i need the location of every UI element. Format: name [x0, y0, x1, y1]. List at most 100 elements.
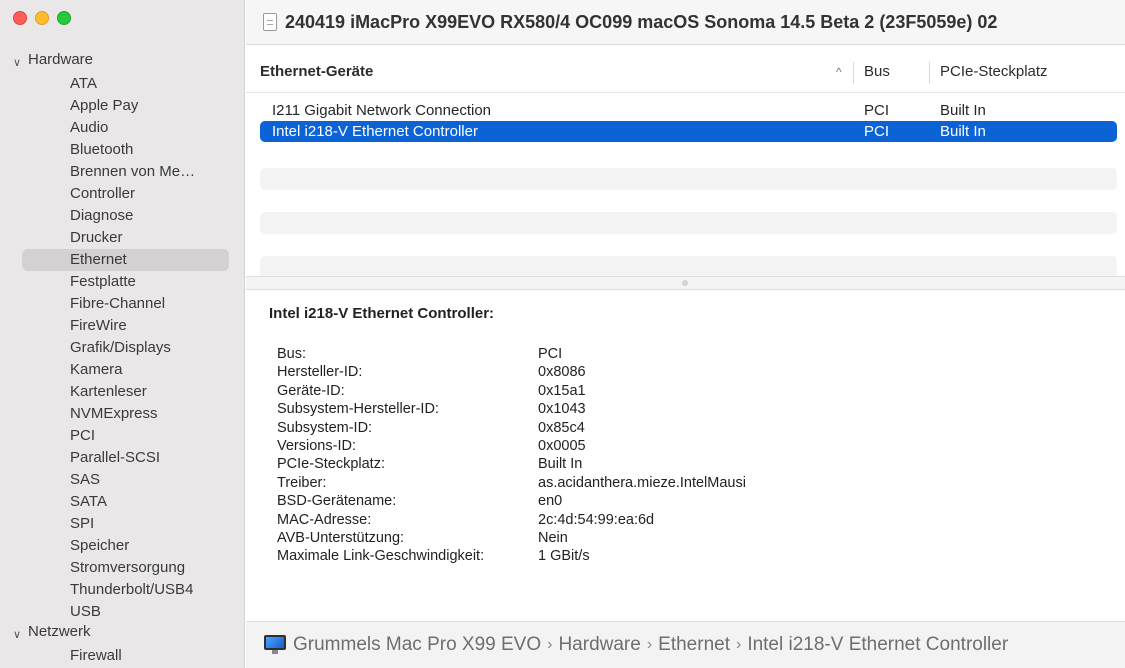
- sidebar-item-label: SATA: [70, 493, 107, 510]
- sidebar-item-controller[interactable]: Controller: [0, 183, 244, 205]
- property-key: AVB-Unterstützung:: [277, 530, 405, 547]
- sidebar-item-label: Thunderbolt/USB4: [70, 581, 194, 598]
- divider-handle[interactable]: [682, 280, 688, 286]
- property-key: Bus:: [277, 346, 307, 362]
- property-row: Bus: PCI: [277, 345, 746, 363]
- sidebar-item-ata[interactable]: ATA: [0, 73, 244, 95]
- sidebar-item-label: Stromversorgung: [70, 559, 186, 576]
- property-key: Hersteller-ID:: [277, 364, 363, 381]
- sidebar-item-audio[interactable]: Audio: [0, 117, 244, 139]
- column-header-pcie-slot[interactable]: PCIe-Steckplatz: [940, 46, 1048, 93]
- sidebar-item-label: Apple Pay: [70, 97, 139, 114]
- property-value: Nein: [538, 530, 568, 547]
- sidebar-item-stromversorgung[interactable]: Stromversorgung: [0, 557, 244, 579]
- sidebar-item-label: Controller: [70, 185, 136, 202]
- sidebar-item-speicher[interactable]: Speicher: [0, 535, 244, 557]
- sidebar-item-label: Kamera: [70, 361, 123, 378]
- chevron-down-icon[interactable]: ∨: [13, 54, 21, 72]
- sidebar-item-label: Brennen von Me…: [70, 163, 196, 180]
- property-key: PCIe-Steckplatz:: [277, 456, 385, 473]
- breadcrumb-item[interactable]: Grummels Mac Pro X99 EVO: [293, 634, 541, 656]
- detail-title: Intel i218-V Ethernet Controller:: [269, 305, 495, 322]
- property-key: Subsystem-Hersteller-ID:: [277, 401, 439, 418]
- close-button[interactable]: [13, 11, 27, 25]
- property-row: PCIe-Steckplatz: Built In: [277, 455, 746, 473]
- sidebar-item-nvmexpress[interactable]: NVMExpress: [0, 403, 244, 425]
- title-bar: 240419 iMacPro X99EVO RX580/4 OC099 macO…: [246, 0, 1125, 45]
- table-row[interactable]: I211 Gigabit Network Connection PCI Built …: [260, 100, 1117, 121]
- sidebar-group-netzwerk[interactable]: ∨ Netzwerk: [0, 623, 244, 645]
- sidebar-item-parallel-scsi[interactable]: Parallel-SCSI: [0, 447, 244, 469]
- table-row[interactable]: Intel i218-V Ethernet Controller PCI Built…: [260, 121, 1117, 142]
- breadcrumb-item[interactable]: Ethernet: [658, 634, 730, 656]
- chevron-right-icon: ›: [735, 636, 742, 653]
- column-separator[interactable]: [929, 62, 930, 84]
- column-header-bus[interactable]: Bus: [864, 46, 890, 93]
- sidebar-item-ethernet[interactable]: Ethernet: [0, 249, 244, 271]
- sidebar-item-label: Fibre-Channel: [70, 295, 166, 312]
- property-value: 0x85c4: [538, 419, 585, 436]
- mac-pro-icon: [264, 635, 286, 655]
- path-bar: Grummels Mac Pro X99 EVO › Hardware › Ethern…: [246, 621, 1125, 668]
- sidebar-item-label: Parallel-SCSI: [70, 449, 161, 466]
- sidebar-item-sas[interactable]: SAS: [0, 469, 244, 491]
- sidebar-item-bluetooth[interactable]: Bluetooth: [0, 139, 244, 161]
- property-row: MAC-Adresse: 2c:4d:54:99:ea:6d: [277, 511, 746, 529]
- property-value: 2c:4d:54:99:ea:6d: [538, 511, 655, 528]
- sidebar-item-thunderbolt-usb4[interactable]: Thunderbolt/USB4: [0, 579, 244, 601]
- zoom-button[interactable]: [57, 11, 71, 25]
- property-row: Geräte-ID: 0x15a1: [277, 382, 746, 400]
- property-row: AVB-Unterstützung: Nein: [277, 529, 746, 547]
- sidebar-item-label: Firewall: [70, 647, 122, 664]
- property-value: PCI: [538, 346, 563, 362]
- sidebar-item-firewire[interactable]: FireWire: [0, 315, 244, 337]
- chevron-down-icon[interactable]: ∨: [13, 626, 21, 644]
- pcie-slot-cell: Built In: [940, 123, 986, 140]
- sort-ascending-icon[interactable]: ^: [836, 46, 842, 93]
- column-header-name[interactable]: Ethernet-Geräte: [260, 46, 373, 93]
- sidebar-item-firewall[interactable]: Firewall: [0, 645, 244, 667]
- property-value: en0: [538, 493, 563, 510]
- breadcrumb-item[interactable]: Intel i218-V Ethernet Controller: [747, 634, 1008, 656]
- sidebar-item-kartenleser[interactable]: Kartenleser: [0, 381, 244, 403]
- sidebar-group-label: Hardware: [28, 51, 94, 68]
- breadcrumb-item[interactable]: Hardware: [558, 634, 640, 656]
- sidebar-group-hardware[interactable]: ∨ Hardware: [0, 51, 244, 73]
- sidebar-item-fibre-channel[interactable]: Fibre-Channel: [0, 293, 244, 315]
- property-value: 0x15a1: [538, 382, 586, 399]
- sidebar-item-kamera[interactable]: Kamera: [0, 359, 244, 381]
- sidebar-item-drucker[interactable]: Drucker: [0, 227, 244, 249]
- property-row: Subsystem-Hersteller-ID: 0x1043: [277, 400, 746, 418]
- property-row: Treiber: as.acidanthera.mieze.IntelMausi: [277, 474, 746, 492]
- sidebar-item-sata[interactable]: SATA: [0, 491, 244, 513]
- split-view-divider[interactable]: [246, 276, 1125, 290]
- sidebar-item-brennen-von-me-[interactable]: Brennen von Me…: [0, 161, 244, 183]
- sidebar-item-label: Drucker: [70, 229, 123, 246]
- property-row: Versions-ID: 0x0005: [277, 437, 746, 455]
- property-key: Subsystem-ID:: [277, 419, 373, 436]
- sidebar-item-label: SAS: [70, 471, 101, 488]
- empty-row-stripe: [260, 212, 1117, 234]
- property-row: Subsystem-ID: 0x85c4: [277, 419, 746, 437]
- sidebar-item-diagnose[interactable]: Diagnose: [0, 205, 244, 227]
- column-separator[interactable]: [853, 62, 854, 84]
- sidebar-item-apple-pay[interactable]: Apple Pay: [0, 95, 244, 117]
- sidebar-item-label: Festplatte: [70, 273, 136, 290]
- sidebar-item-usb[interactable]: USB: [0, 601, 244, 623]
- device-table: Ethernet-Geräte ^ Bus PCIe-Steckplatz I2…: [246, 46, 1125, 278]
- property-key: Treiber:: [277, 474, 327, 491]
- sidebar-item-label: Grafik/Displays: [70, 339, 171, 356]
- sidebar-item-spi[interactable]: SPI: [0, 513, 244, 535]
- minimize-button[interactable]: [35, 11, 49, 25]
- property-row: Maximale Link-Geschwindigkeit: 1 GBit/s: [277, 547, 746, 565]
- sidebar-item-label: Speicher: [70, 537, 130, 554]
- chevron-right-icon: ›: [547, 636, 553, 653]
- table-header: Ethernet-Geräte ^ Bus PCIe-Steckplatz: [246, 46, 1125, 93]
- sidebar-tree: ∨ Hardware ATA Apple Pay Audio Bluetooth Brenn…: [0, 51, 244, 667]
- pcie-slot-cell: Built In: [940, 102, 986, 119]
- sidebar-item-pci[interactable]: PCI: [0, 425, 244, 447]
- sidebar-item-grafik-displays[interactable]: Grafik/Displays: [0, 337, 244, 359]
- sidebar: ∨ Hardware ATA Apple Pay Audio Bluetooth Brenn…: [0, 0, 245, 668]
- sidebar-item-festplatte[interactable]: Festplatte: [0, 271, 244, 293]
- sidebar-item-label: Diagnose: [70, 207, 134, 224]
